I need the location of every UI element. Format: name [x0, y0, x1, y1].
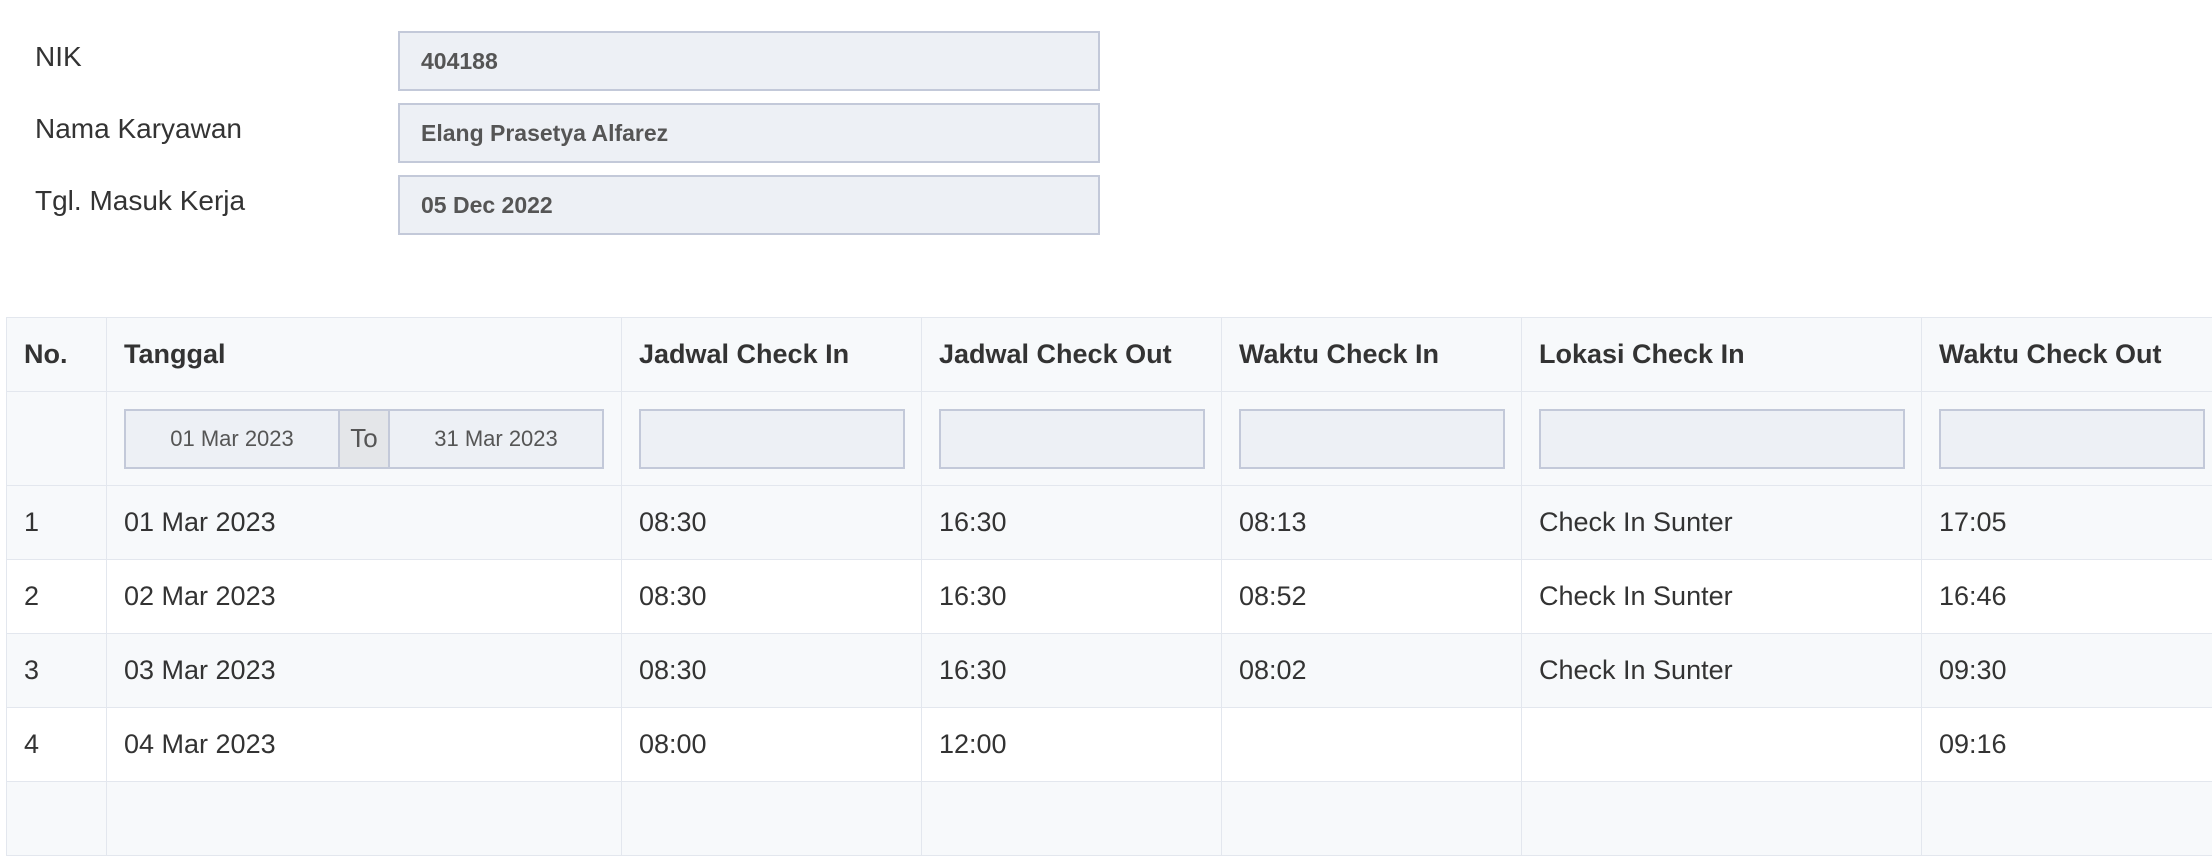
cell-waktu-check-in: 08:13: [1222, 486, 1522, 560]
table-row[interactable]: [7, 782, 2212, 856]
filter-cell-waktu-check-in: [1222, 392, 1522, 486]
cell-lokasi-check-in: [1522, 782, 1922, 856]
cell-waktu-check-out: 09:16: [1922, 708, 2212, 782]
cell-no: 1: [7, 486, 107, 560]
table-header-row: No. Tanggal Jadwal Check In Jadwal Check…: [7, 318, 2212, 392]
table-row[interactable]: 4 04 Mar 2023 08:00 12:00 09:16: [7, 708, 2212, 782]
column-header-jadwal-check-in[interactable]: Jadwal Check In: [622, 318, 922, 392]
filter-cell-waktu-check-out: [1922, 392, 2212, 486]
cell-jadwal-check-in: 08:30: [622, 634, 922, 708]
employee-name-field[interactable]: [398, 103, 1100, 163]
table-row[interactable]: 3 03 Mar 2023 08:30 16:30 08:02 Check In…: [7, 634, 2212, 708]
filter-cell-no: [7, 392, 107, 486]
cell-jadwal-check-in: 08:00: [622, 708, 922, 782]
cell-waktu-check-out: [1922, 782, 2212, 856]
cell-waktu-check-in: 08:52: [1222, 560, 1522, 634]
cell-waktu-check-out: 09:30: [1922, 634, 2212, 708]
cell-jadwal-check-in: 08:30: [622, 486, 922, 560]
filter-waktu-check-out-input[interactable]: [1939, 409, 2205, 469]
date-range-separator: To: [338, 411, 390, 467]
cell-no: 3: [7, 634, 107, 708]
cell-waktu-check-out: 17:05: [1922, 486, 2212, 560]
cell-tanggal: 02 Mar 2023: [107, 560, 622, 634]
filter-cell-jadwal-check-out: [922, 392, 1222, 486]
filter-waktu-check-in-input[interactable]: [1239, 409, 1505, 469]
column-header-no[interactable]: No.: [7, 318, 107, 392]
cell-tanggal: 04 Mar 2023: [107, 708, 622, 782]
filter-cell-tanggal: To: [107, 392, 622, 486]
cell-waktu-check-in: [1222, 708, 1522, 782]
date-from-input[interactable]: [126, 411, 338, 467]
cell-jadwal-check-out: 12:00: [922, 708, 1222, 782]
filter-lokasi-check-in-input[interactable]: [1539, 409, 1905, 469]
cell-jadwal-check-out: 16:30: [922, 486, 1222, 560]
cell-tanggal: 03 Mar 2023: [107, 634, 622, 708]
cell-jadwal-check-in: [622, 782, 922, 856]
join-date-field[interactable]: [398, 175, 1100, 235]
table-filter-row: To: [7, 392, 2212, 486]
filter-jadwal-check-in-input[interactable]: [639, 409, 905, 469]
column-header-tanggal[interactable]: Tanggal: [107, 318, 622, 392]
cell-jadwal-check-out: 16:30: [922, 560, 1222, 634]
date-to-input[interactable]: [390, 411, 602, 467]
cell-waktu-check-in: 08:02: [1222, 634, 1522, 708]
attendance-table: No. Tanggal Jadwal Check In Jadwal Check…: [6, 317, 2212, 856]
cell-waktu-check-out: 16:46: [1922, 560, 2212, 634]
column-header-waktu-check-in[interactable]: Waktu Check In: [1222, 318, 1522, 392]
table-row[interactable]: 1 01 Mar 2023 08:30 16:30 08:13 Check In…: [7, 486, 2212, 560]
nik-label: NIK: [35, 41, 82, 73]
column-header-lokasi-check-in[interactable]: Lokasi Check In: [1522, 318, 1922, 392]
cell-no: [7, 782, 107, 856]
cell-jadwal-check-in: 08:30: [622, 560, 922, 634]
nik-field[interactable]: [398, 31, 1100, 91]
cell-no: 4: [7, 708, 107, 782]
cell-lokasi-check-in: [1522, 708, 1922, 782]
date-range-filter: To: [124, 409, 604, 469]
employee-name-label: Nama Karyawan: [35, 113, 242, 145]
filter-jadwal-check-out-input[interactable]: [939, 409, 1205, 469]
table-row[interactable]: 2 02 Mar 2023 08:30 16:30 08:52 Check In…: [7, 560, 2212, 634]
cell-tanggal: 01 Mar 2023: [107, 486, 622, 560]
filter-cell-lokasi-check-in: [1522, 392, 1922, 486]
cell-no: 2: [7, 560, 107, 634]
cell-lokasi-check-in: Check In Sunter: [1522, 560, 1922, 634]
cell-lokasi-check-in: Check In Sunter: [1522, 486, 1922, 560]
join-date-label: Tgl. Masuk Kerja: [35, 185, 245, 217]
column-header-jadwal-check-out[interactable]: Jadwal Check Out: [922, 318, 1222, 392]
column-header-waktu-check-out[interactable]: Waktu Check Out: [1922, 318, 2212, 392]
cell-jadwal-check-out: [922, 782, 1222, 856]
filter-cell-jadwal-check-in: [622, 392, 922, 486]
cell-waktu-check-in: [1222, 782, 1522, 856]
cell-tanggal: [107, 782, 622, 856]
cell-lokasi-check-in: Check In Sunter: [1522, 634, 1922, 708]
cell-jadwal-check-out: 16:30: [922, 634, 1222, 708]
